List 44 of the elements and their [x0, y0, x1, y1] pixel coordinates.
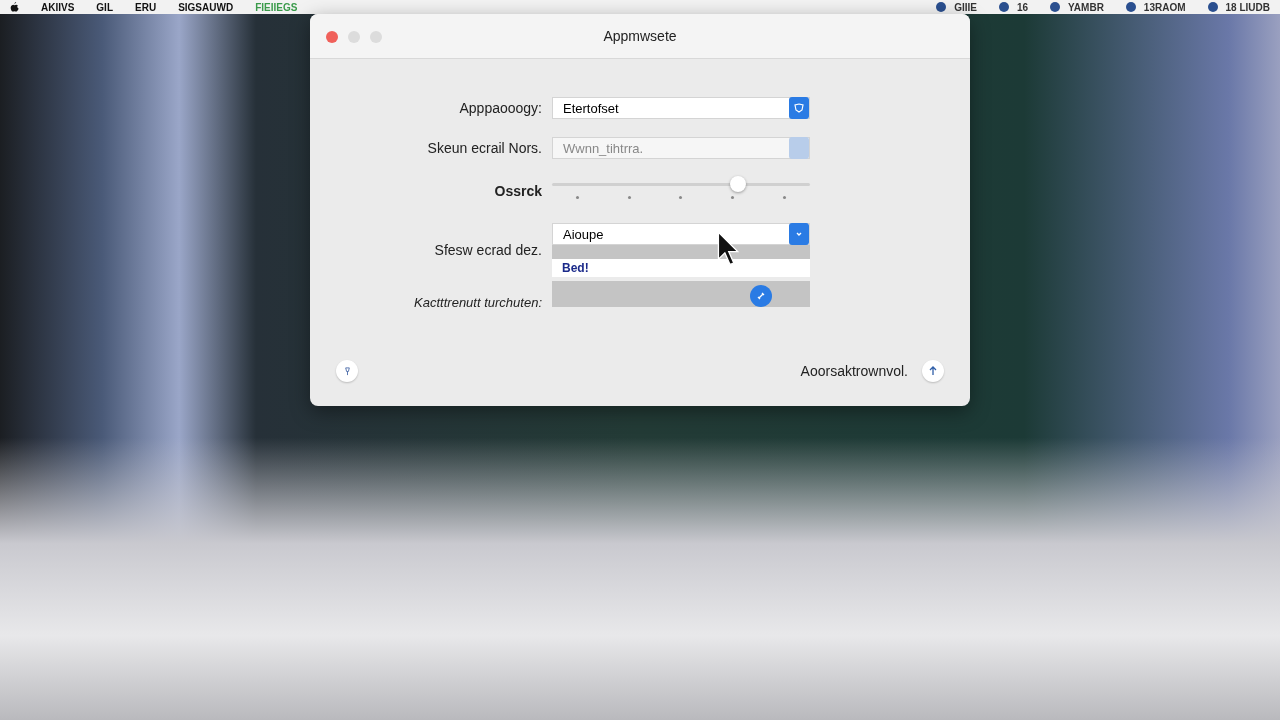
- slider-tick: [731, 196, 735, 199]
- window-title: Appmwsete: [603, 28, 677, 44]
- field-value: Aioupe: [562, 226, 604, 242]
- menu-status-text: 13RAOM: [1143, 1, 1186, 13]
- field-label: Skeun ecrail Nors.: [426, 140, 542, 156]
- link-icon: [756, 290, 766, 301]
- dropdown-button[interactable]: [789, 223, 809, 245]
- menu-status-text: 16: [1017, 1, 1029, 13]
- status-icon[interactable]: [1207, 2, 1218, 12]
- dropdown-field[interactable]: Aioupe: [552, 223, 810, 245]
- field-label: Sfesw ecrad dez.: [433, 242, 542, 258]
- apple-logo-icon[interactable]: [10, 2, 19, 12]
- help-button[interactable]: [336, 360, 358, 382]
- field-button[interactable]: [789, 97, 809, 119]
- slider-thumb[interactable]: [729, 176, 746, 192]
- arrow-up-icon: [928, 366, 938, 376]
- field-label: Ossrck: [493, 183, 542, 199]
- field-value: Etertofset: [562, 100, 619, 116]
- status-icon[interactable]: [1125, 2, 1136, 12]
- menu-status-text: 18 LIUDB: [1225, 1, 1270, 13]
- pin-icon: [342, 366, 352, 376]
- slider-tick: [627, 196, 631, 199]
- close-button[interactable]: [326, 31, 338, 43]
- upload-button[interactable]: [922, 360, 944, 382]
- slider-tick: [782, 196, 786, 199]
- shield-icon: [794, 103, 804, 113]
- menu-item[interactable]: AKIIVS: [41, 1, 75, 13]
- menu-item[interactable]: SIGSAUWD: [178, 1, 234, 13]
- status-icon[interactable]: [936, 2, 947, 12]
- field-value: Wwnn_tihtrra.: [562, 140, 644, 156]
- field-label: Apppaooogy:: [458, 100, 542, 116]
- slider-tick: [679, 196, 683, 199]
- dropdown-option[interactable]: Bed!: [552, 259, 810, 277]
- field-label: Kactttrenutt turchuten:: [413, 295, 542, 310]
- text-field[interactable]: Etertofset: [552, 97, 810, 119]
- menu-item[interactable]: ERU: [135, 1, 157, 13]
- action-label: Aoorsaktrownvol.: [800, 363, 908, 379]
- link-button[interactable]: [750, 284, 772, 307]
- menu-status-text: YAMBR: [1068, 1, 1104, 13]
- status-icon[interactable]: [999, 2, 1009, 12]
- slider-tick: [576, 196, 580, 199]
- menu-item[interactable]: GIL: [96, 1, 113, 13]
- menu-status-text: GIIIE: [954, 1, 977, 13]
- status-icon[interactable]: [1050, 2, 1061, 12]
